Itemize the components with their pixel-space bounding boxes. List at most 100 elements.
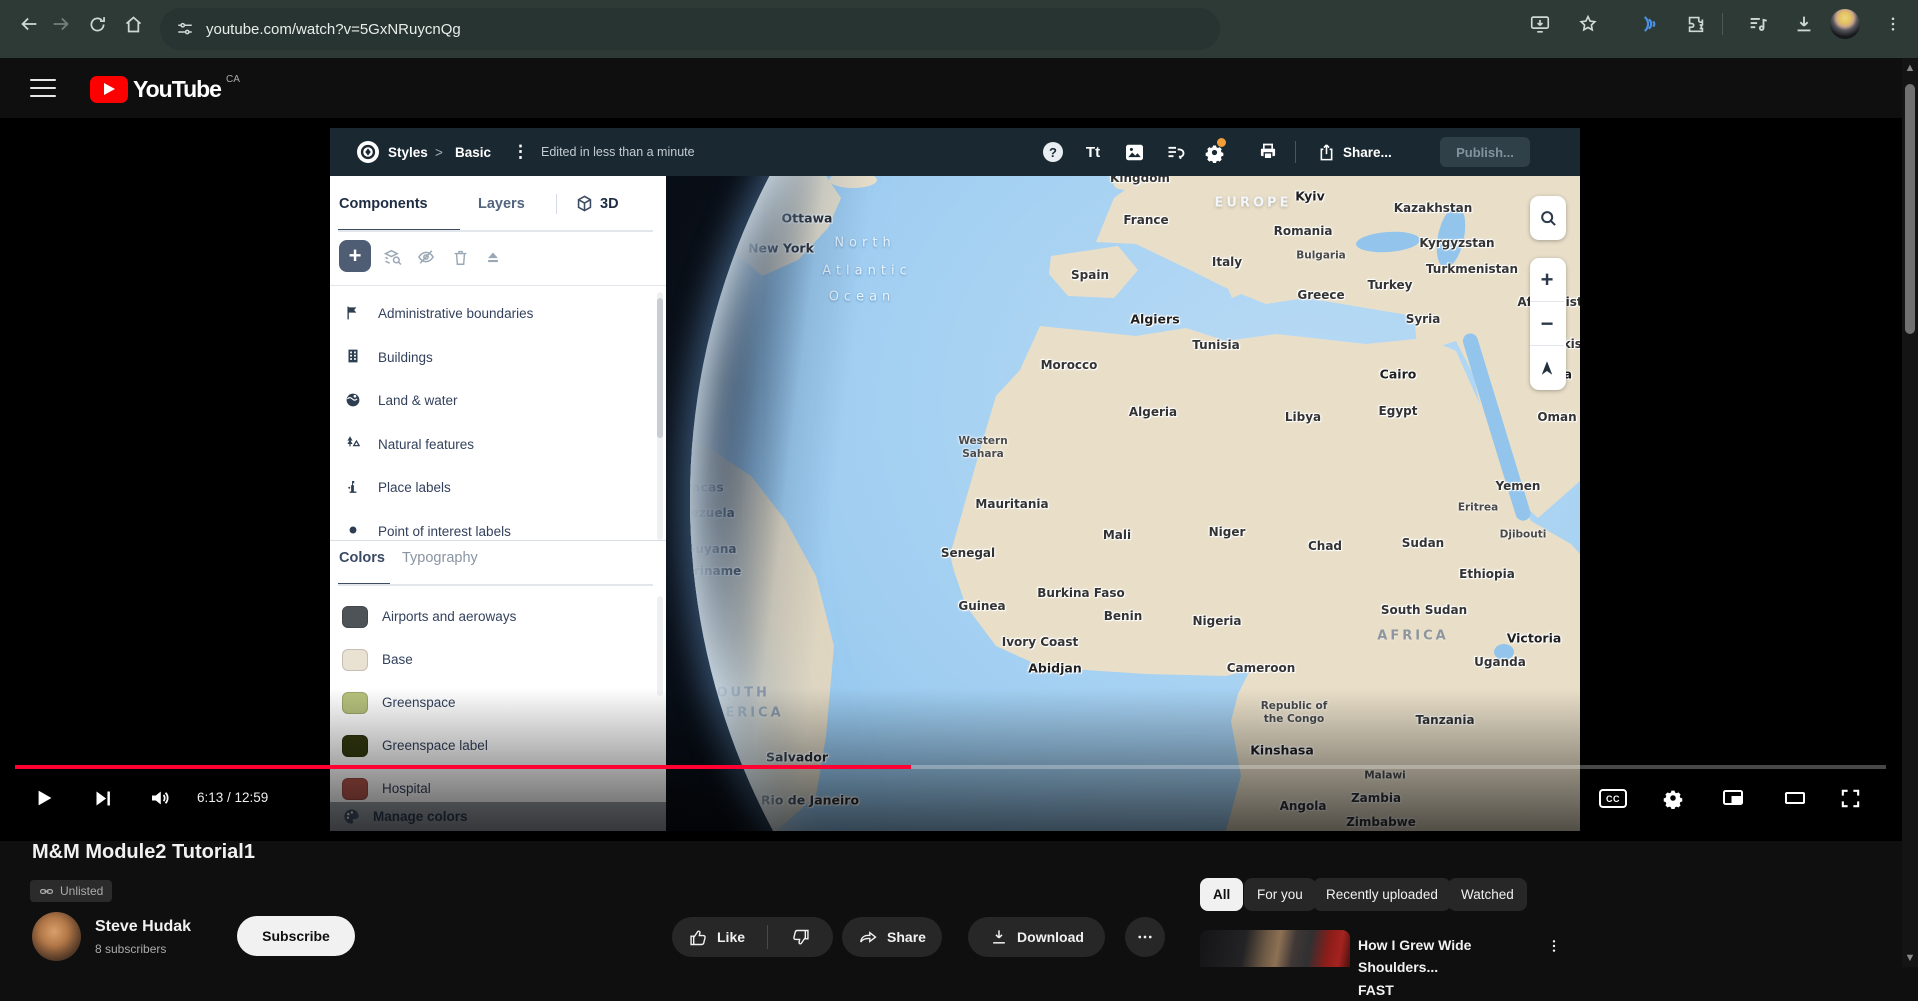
extensions-icon[interactable]	[1683, 11, 1709, 37]
zoom-in-button[interactable]: +	[1530, 258, 1564, 302]
url-text: youtube.com/watch?v=5GxNRuycnQg	[206, 21, 461, 38]
filter-chip-recently-uploaded[interactable]: Recently uploaded	[1313, 878, 1451, 911]
share-button-below[interactable]: Share	[842, 917, 942, 957]
related-video-kebab-icon[interactable]	[1546, 938, 1562, 954]
tab-components[interactable]: Components	[339, 196, 428, 212]
more-dots-icon	[1136, 928, 1154, 946]
address-bar[interactable]: youtube.com/watch?v=5GxNRuycnQg	[160, 8, 1220, 50]
related-video-title[interactable]: How I Grew Wide Shoulders... FAST	[1358, 934, 1534, 1001]
visibility-badge: Unlisted	[30, 880, 112, 902]
media-controls-icon[interactable]	[1745, 11, 1771, 37]
colors-scroll-thumb[interactable]	[657, 596, 663, 696]
bookmark-star-icon[interactable]	[1575, 11, 1601, 37]
hide-eye-off-icon[interactable]	[415, 246, 437, 268]
map-search-button[interactable]	[1530, 196, 1566, 240]
back-icon[interactable]	[16, 11, 42, 37]
settings-button[interactable]	[1659, 784, 1687, 812]
add-component-button[interactable]: +	[339, 240, 371, 272]
view-3d-toggle[interactable]: 3D	[575, 194, 619, 213]
browser-menu-icon[interactable]	[1880, 11, 1906, 37]
compass-button[interactable]	[1530, 346, 1564, 390]
dislike-button[interactable]	[776, 927, 811, 948]
scrollbar-thumb[interactable]	[1905, 84, 1915, 334]
landmark-icon	[344, 478, 364, 498]
guide-menu-icon[interactable]	[30, 76, 56, 100]
site-settings-icon[interactable]	[176, 20, 194, 38]
tab-colors[interactable]: Colors	[339, 550, 385, 566]
component-row[interactable]: Administrative boundaries	[330, 292, 666, 336]
image-icon[interactable]	[1123, 141, 1145, 163]
scrollbar-up-arrow[interactable]: ▲	[1904, 62, 1916, 74]
delete-trash-icon[interactable]	[449, 246, 471, 268]
component-row[interactable]: Buildings	[330, 336, 666, 380]
home-icon[interactable]	[120, 11, 146, 37]
fullscreen-button[interactable]	[1836, 784, 1864, 812]
subscribe-button[interactable]: Subscribe	[237, 916, 355, 956]
component-row[interactable]: Point of interest labels	[330, 510, 666, 541]
cube-icon	[575, 194, 594, 213]
download-button[interactable]: Download	[968, 917, 1105, 957]
breadcrumb-separator: >	[435, 128, 443, 176]
volume-button[interactable]	[146, 784, 174, 812]
install-icon[interactable]	[1527, 11, 1553, 37]
typography-icon[interactable]: Tt	[1082, 141, 1104, 163]
map-zoom-controls: + −	[1530, 258, 1566, 390]
youtube-play-badge-icon	[90, 76, 128, 103]
filter-chip-watched[interactable]: Watched	[1448, 878, 1527, 911]
pill-divider	[767, 925, 768, 949]
thumbs-up-icon	[688, 927, 709, 948]
swatch-row[interactable]: Airports and aeroways	[330, 595, 666, 638]
inspect-layers-icon[interactable]	[382, 246, 404, 268]
play-button[interactable]	[31, 784, 59, 812]
miniplayer-button[interactable]	[1719, 784, 1747, 812]
color-swatch[interactable]	[342, 606, 368, 628]
swatch-row[interactable]: Base	[330, 638, 666, 681]
tab-layers[interactable]: Layers	[478, 196, 525, 212]
publish-button[interactable]: Publish...	[1440, 137, 1530, 167]
breadcrumb-basic[interactable]: Basic	[455, 128, 491, 176]
filter-chip-for-you[interactable]: For you	[1244, 878, 1316, 911]
editor-logo-icon[interactable]	[357, 141, 379, 163]
audio-playing-icon[interactable]	[1637, 11, 1663, 37]
filter-chip-all[interactable]: All	[1200, 878, 1243, 911]
reload-icon[interactable]	[84, 11, 110, 37]
tab-underline-track	[338, 230, 653, 232]
colors-underline-track	[338, 584, 653, 586]
breadcrumb-styles[interactable]: Styles	[388, 128, 428, 176]
zoom-out-button[interactable]: −	[1530, 302, 1564, 346]
tab-typography[interactable]: Typography	[402, 550, 478, 566]
color-swatch[interactable]	[342, 649, 368, 671]
forward-icon[interactable]	[48, 11, 74, 37]
more-actions-button[interactable]	[1125, 917, 1165, 957]
component-row[interactable]: Natural features	[330, 423, 666, 467]
downloads-icon[interactable]	[1791, 11, 1817, 37]
theater-mode-button[interactable]	[1781, 784, 1809, 812]
progress-bar[interactable]	[15, 765, 1886, 769]
subtitles-button[interactable]: CC	[1599, 789, 1627, 808]
eject-icon[interactable]	[482, 246, 504, 268]
share-arrow-icon	[858, 927, 879, 948]
toolbar-divider	[1722, 13, 1723, 35]
share-icon[interactable]	[1315, 141, 1337, 163]
progress-played	[15, 765, 911, 769]
style-options-kebab-icon[interactable]: ⋮	[512, 128, 529, 176]
browser-profile-avatar[interactable]	[1830, 9, 1860, 39]
next-button[interactable]	[89, 784, 117, 812]
related-video-thumbnail[interactable]	[1200, 930, 1350, 967]
component-label: Place labels	[378, 480, 451, 495]
channel-avatar[interactable]	[32, 912, 81, 961]
youtube-logo[interactable]: YouTube CA	[90, 76, 240, 103]
video-player[interactable]: NorthAtlanticOceanEUROPEAFRICASOUTHAMERI…	[0, 118, 1918, 841]
like-button[interactable]: Like	[672, 927, 745, 948]
share-button[interactable]: Share...	[1343, 128, 1392, 176]
help-icon[interactable]: ?	[1042, 141, 1064, 163]
flag-icon	[344, 304, 364, 324]
list-history-icon[interactable]	[1165, 141, 1187, 163]
component-row[interactable]: Land & water	[330, 379, 666, 423]
style-settings-gear-icon[interactable]	[1203, 141, 1225, 163]
scrollbar-down-arrow[interactable]: ▼	[1904, 952, 1916, 964]
component-row[interactable]: Place labels	[330, 466, 666, 510]
channel-name[interactable]: Steve Hudak	[95, 918, 191, 936]
components-scroll-thumb[interactable]	[657, 298, 663, 438]
print-icon[interactable]	[1257, 141, 1279, 163]
